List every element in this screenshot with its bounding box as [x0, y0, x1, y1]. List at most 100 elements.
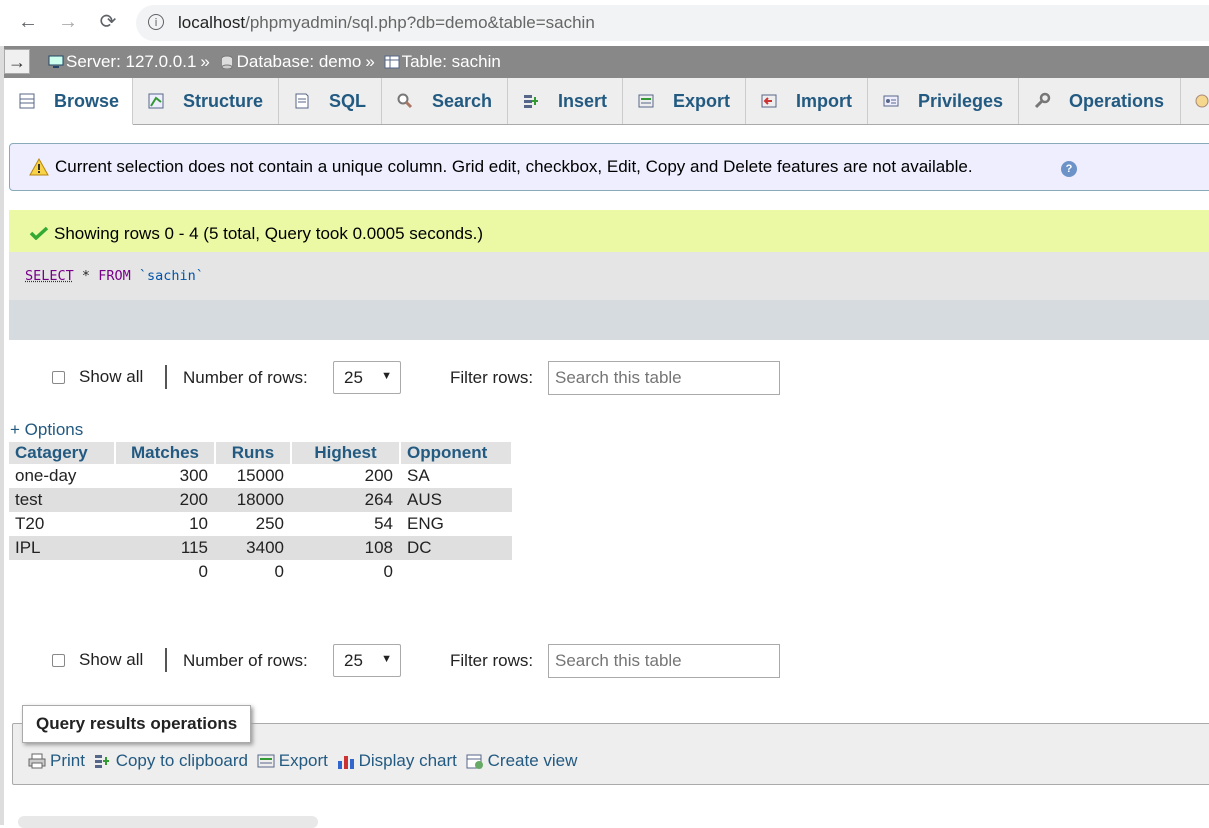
- copy-to-clipboard-label: Copy to clipboard: [115, 751, 249, 770]
- column-header-runs[interactable]: Runs: [215, 442, 292, 464]
- tab-more[interactable]: [1181, 78, 1209, 124]
- export-label: Export: [278, 751, 328, 770]
- url-text[interactable]: localhost/phpmyadmin/sql.php?db=demo&tab…: [178, 13, 595, 33]
- search-icon: [397, 93, 413, 109]
- tab-label: Operations: [1069, 91, 1165, 111]
- cell-opponent: [400, 560, 512, 584]
- cell-highest: 54: [374, 514, 393, 533]
- column-header-matches[interactable]: Matches: [115, 442, 216, 464]
- tab-label: Search: [432, 91, 493, 111]
- show-all-checkbox[interactable]: [52, 654, 65, 667]
- sql-query-box: SELECT * FROM `sachin`: [9, 252, 1209, 300]
- scroll-edge: [18, 816, 318, 828]
- table-row: IPL 115 3400 108 DC: [9, 536, 512, 560]
- tab-search[interactable]: Search: [382, 78, 508, 124]
- tab-label: SQL: [329, 91, 367, 111]
- filter-rows-label: Filter rows:: [450, 651, 534, 670]
- show-all-checkbox[interactable]: [52, 371, 65, 384]
- breadcrumb-table[interactable]: Table: sachin: [402, 52, 501, 71]
- cell-highest: 0: [383, 562, 393, 581]
- tab-label: Browse: [54, 91, 120, 111]
- tab-browse[interactable]: Browse: [4, 78, 133, 125]
- cell-opponent: DC: [400, 536, 512, 560]
- forward-button[interactable]: →: [56, 10, 80, 34]
- column-header-highest[interactable]: Highest: [291, 442, 401, 464]
- tab-sql[interactable]: SQL: [279, 78, 382, 124]
- display-chart-link[interactable]: Display chart: [337, 751, 457, 771]
- reload-button[interactable]: ⟳: [96, 10, 120, 34]
- cell-catagery: test: [9, 488, 115, 512]
- tab-label: Insert: [558, 91, 608, 111]
- show-all-label: Show all: [79, 367, 144, 386]
- results-table: Catagery Matches Runs Highest Opponent o…: [9, 442, 513, 584]
- tab-structure[interactable]: Structure: [133, 78, 279, 124]
- clipboard-icon: [94, 755, 109, 768]
- column-header-catagery[interactable]: Catagery: [9, 442, 116, 464]
- tab-insert[interactable]: Insert: [508, 78, 623, 124]
- export-icon: [257, 754, 275, 768]
- breadcrumb-database[interactable]: Database: demo: [237, 52, 362, 71]
- back-button[interactable]: ←: [16, 10, 40, 34]
- breadcrumb-separator: »: [200, 52, 210, 71]
- query-results-operations-title: Query results operations: [22, 705, 252, 743]
- breadcrumb-server[interactable]: Server: 127.0.0.1: [66, 52, 196, 71]
- copy-to-clipboard-link[interactable]: Copy to clipboard: [94, 751, 248, 771]
- cell-matches: 115: [115, 536, 215, 560]
- url-path: /phpmyadmin/sql.php?db=demo&table=sachin: [245, 13, 595, 32]
- show-all-label: Show all: [79, 650, 144, 669]
- frame-border: [0, 46, 4, 825]
- tab-privileges[interactable]: Privileges: [868, 78, 1019, 124]
- create-view-link[interactable]: Create view: [466, 751, 578, 771]
- collapse-nav-button[interactable]: →: [4, 49, 30, 74]
- table-row: 0 0 0: [9, 560, 512, 584]
- print-link[interactable]: Print: [28, 751, 85, 771]
- breadcrumb-bar: → Server: 127.0.0.1» Database: demo» Tab…: [4, 46, 1209, 78]
- options-link[interactable]: + Options: [10, 420, 83, 440]
- address-bar[interactable]: i localhost/phpmyadmin/sql.php?db=demo&t…: [136, 5, 1209, 41]
- sql-table-name: `sachin`: [138, 268, 204, 284]
- rows-per-page-select[interactable]: 25 ▼: [333, 644, 401, 677]
- insert-icon: [524, 95, 538, 108]
- tab-operations[interactable]: Operations: [1019, 78, 1181, 124]
- sql-keyword-select[interactable]: SELECT: [25, 268, 74, 284]
- privileges-icon: [883, 95, 899, 107]
- divider: [165, 365, 167, 389]
- tab-export[interactable]: Export: [623, 78, 746, 124]
- info-icon[interactable]: i: [148, 14, 164, 30]
- breadcrumb: Server: 127.0.0.1» Database: demo» Table…: [48, 52, 501, 72]
- cell-matches: 0: [198, 562, 208, 581]
- tab-import[interactable]: Import: [746, 78, 868, 124]
- reload-icon: ⟳: [99, 11, 117, 33]
- bottom-navigation: Show all Number of rows: 25 ▼ Filter row…: [9, 644, 809, 680]
- breadcrumb-separator: »: [365, 52, 375, 71]
- query-operations-list: Print Copy to clipboard Export Display c…: [28, 751, 581, 771]
- filter-rows-label: Filter rows:: [450, 368, 534, 387]
- sql-icon: [295, 93, 309, 109]
- success-notice: Showing rows 0 - 4 (5 total, Query took …: [9, 210, 1209, 252]
- cell-runs: 18000: [215, 488, 291, 512]
- table-header-row: Catagery Matches Runs Highest Opponent: [9, 442, 513, 464]
- cell-matches: 300: [179, 466, 208, 485]
- dropdown-arrow-icon: ▼: [381, 370, 392, 382]
- structure-icon: [148, 93, 164, 109]
- sql-query[interactable]: SELECT * FROM `sachin`: [25, 268, 204, 284]
- import-icon: [761, 94, 777, 108]
- filter-rows-input[interactable]: [548, 361, 780, 395]
- create-view-label: Create view: [487, 751, 578, 770]
- back-arrow-icon: ←: [18, 11, 38, 33]
- table-row: T20 10 250 54 ENG: [9, 512, 512, 536]
- export-link[interactable]: Export: [257, 751, 328, 771]
- table-row: one-day 300 15000 200 SA: [9, 464, 512, 488]
- rows-per-page-select[interactable]: 25 ▼: [333, 361, 401, 394]
- warning-text: Current selection does not contain a uni…: [55, 157, 973, 176]
- tab-label: Structure: [183, 91, 264, 111]
- filter-rows-input[interactable]: [548, 644, 780, 678]
- help-icon[interactable]: ?: [1061, 161, 1077, 177]
- rows-value: 25: [344, 368, 363, 387]
- column-header-opponent[interactable]: Opponent: [400, 442, 513, 464]
- forward-arrow-icon: →: [58, 11, 78, 33]
- cell-opponent: ENG: [407, 514, 444, 533]
- sql-edit-bar: [9, 300, 1209, 340]
- print-label: Print: [50, 751, 85, 770]
- tab-label: Export: [673, 91, 731, 111]
